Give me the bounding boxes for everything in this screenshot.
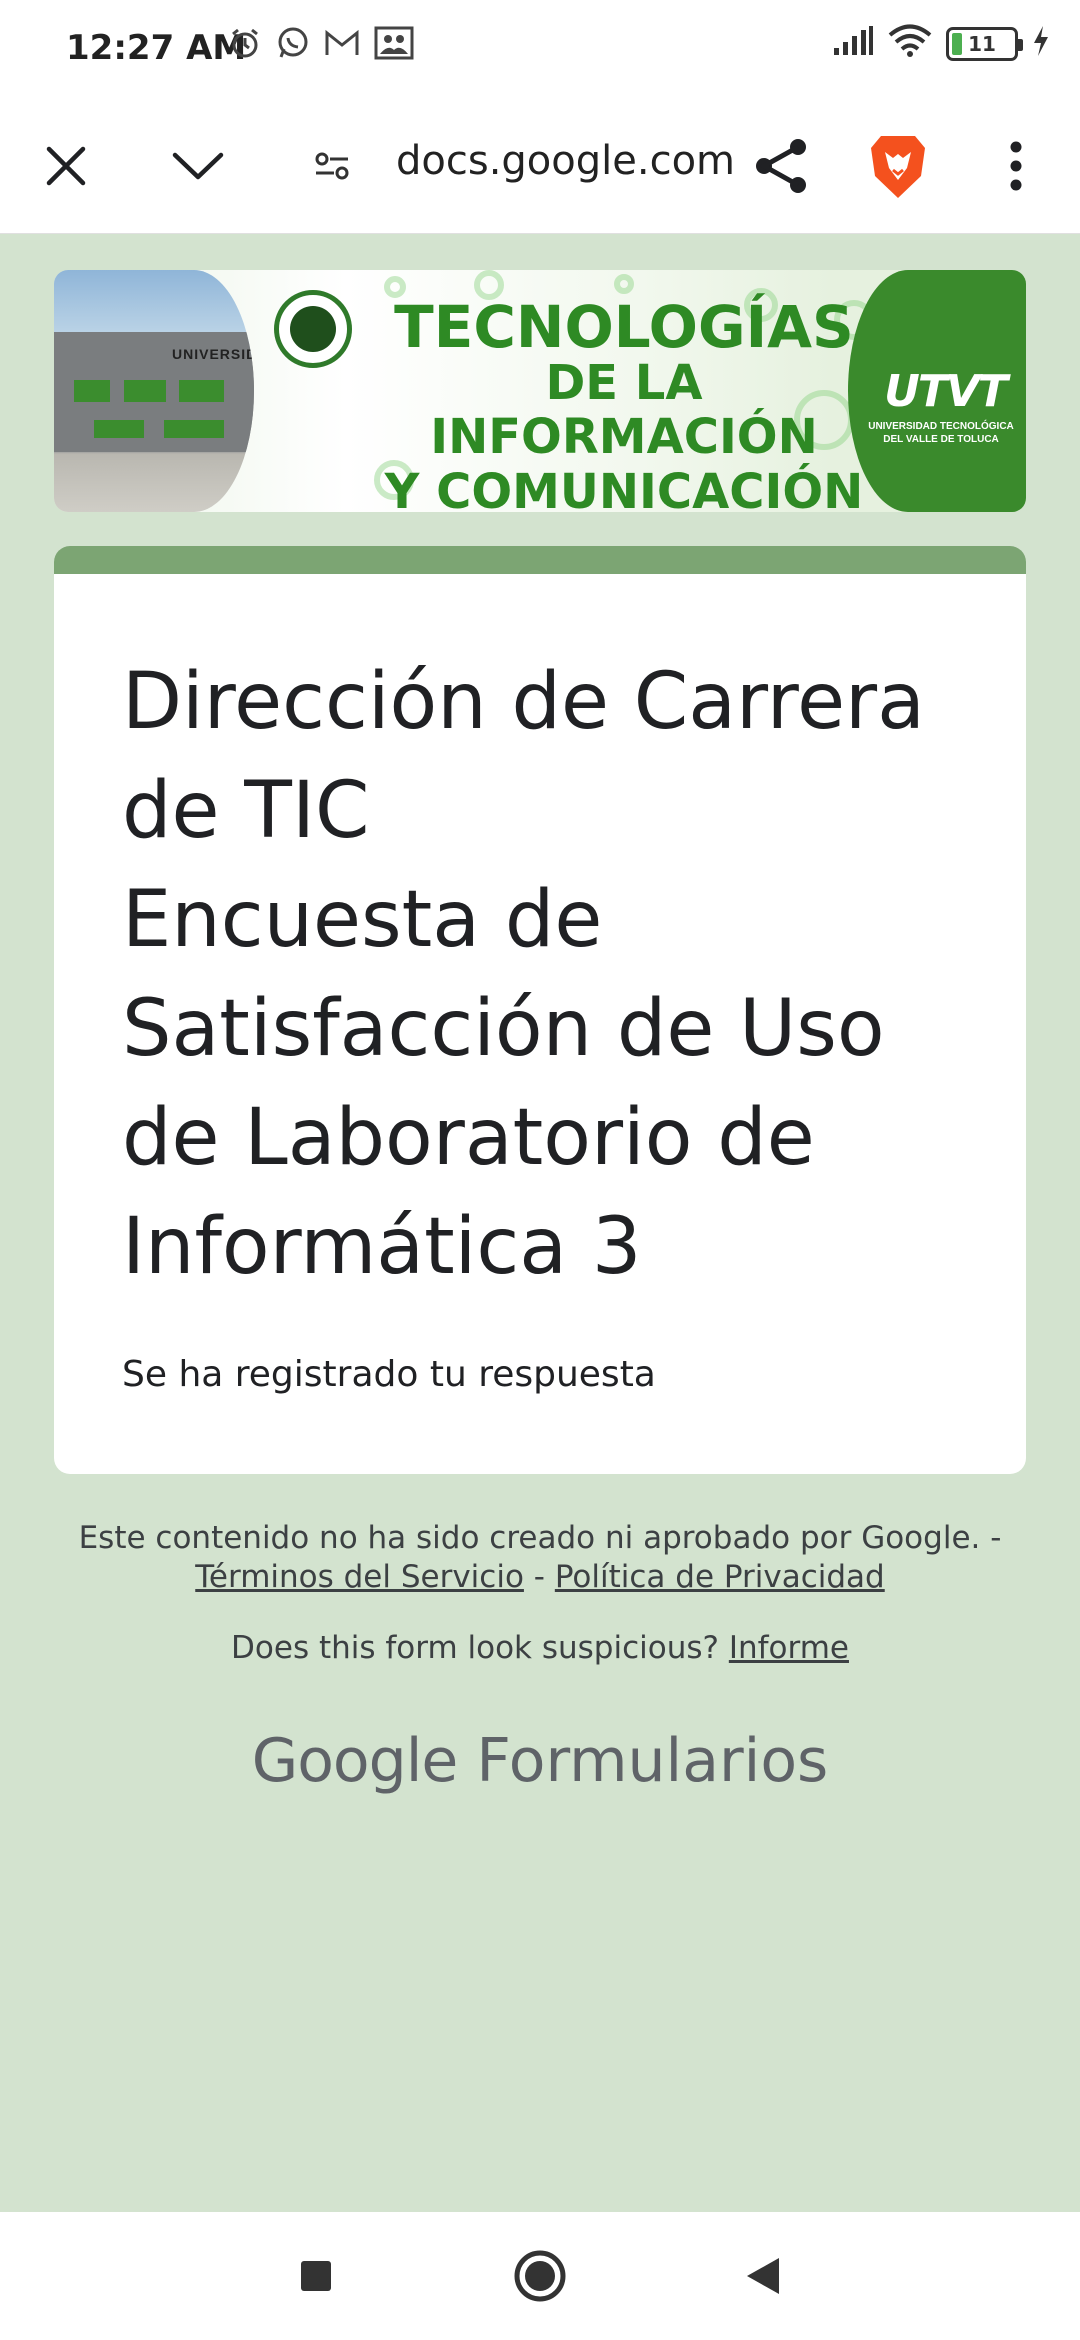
form-card: Dirección de Carrera de TIC Encuesta de … bbox=[54, 546, 1026, 1474]
back-button[interactable] bbox=[734, 2248, 790, 2304]
minimize-tab-button[interactable] bbox=[162, 130, 234, 202]
banner-title-line1: TECNOLOGÍAS bbox=[394, 293, 854, 361]
legal-links: Términos del Servicio - Política de Priv… bbox=[0, 1559, 1080, 1595]
share-icon bbox=[756, 139, 806, 193]
disclaimer-text: Este contenido no ha sido creado ni apro… bbox=[78, 1520, 1002, 1556]
suspicious-report-line: Does this form look suspicious? Informe bbox=[0, 1630, 1080, 1666]
site-settings-icon bbox=[315, 152, 349, 180]
more-vert-icon bbox=[1010, 141, 1022, 191]
card-accent-bar bbox=[54, 546, 1026, 574]
recents-square-icon bbox=[301, 2261, 331, 2291]
chevron-down-icon bbox=[172, 152, 224, 180]
status-system-icons: 11 bbox=[832, 24, 1050, 63]
charging-icon bbox=[1032, 25, 1050, 62]
more-options-button[interactable] bbox=[980, 130, 1052, 202]
status-bar: 12:27 AM 11 bbox=[0, 0, 1080, 100]
home-button[interactable] bbox=[512, 2248, 568, 2304]
suspicious-text: Does this form look suspicious? bbox=[231, 1630, 719, 1666]
form-title: Dirección de Carrera de TIC Encuesta de … bbox=[122, 657, 925, 1292]
form-header-banner: UNIVERSIDAD TECNOLOGÍAS DE LA INFORMACIÓ… bbox=[54, 270, 1026, 512]
building-sign: UNIVERSIDAD bbox=[172, 346, 254, 362]
signal-icon bbox=[832, 26, 874, 61]
report-link[interactable]: Informe bbox=[729, 1630, 849, 1666]
system-navigation-bar bbox=[0, 2212, 1080, 2340]
close-icon bbox=[46, 146, 86, 186]
utvt-logo-panel: UTVT UNIVERSIDAD TECNOLÓGICA DEL VALLE D… bbox=[848, 270, 1026, 512]
university-building-image: UNIVERSIDAD bbox=[54, 270, 254, 512]
gallery-icon bbox=[374, 26, 414, 65]
battery-level: 11 bbox=[968, 31, 996, 56]
site-settings-button[interactable] bbox=[296, 130, 368, 202]
gmail-icon bbox=[324, 28, 360, 63]
status-time: 12:27 AM bbox=[66, 28, 247, 68]
wifi-icon bbox=[888, 24, 932, 63]
share-button[interactable] bbox=[746, 130, 818, 202]
recents-button[interactable] bbox=[288, 2248, 344, 2304]
back-triangle-icon bbox=[747, 2258, 779, 2294]
status-notification-icons bbox=[228, 26, 414, 65]
confirmation-message: Se ha registrado tu respuesta bbox=[122, 1354, 656, 1395]
alarm-icon bbox=[228, 26, 262, 65]
terms-link[interactable]: Términos del Servicio bbox=[195, 1559, 524, 1595]
battery-icon: 11 bbox=[946, 26, 1023, 61]
url-field[interactable]: docs.google.com bbox=[396, 138, 735, 184]
utvt-logo: UTVT bbox=[884, 366, 1008, 417]
brave-rewards-button[interactable] bbox=[862, 130, 934, 202]
forms-wordmark: Formularios bbox=[476, 1726, 829, 1796]
browser-toolbar: docs.google.com bbox=[0, 100, 1080, 234]
banner-title-line3: Y COMUNICACIÓN bbox=[384, 464, 864, 512]
banner-title-line2: DE LA INFORMACIÓN bbox=[430, 355, 818, 465]
privacy-link[interactable]: Política de Privacidad bbox=[555, 1559, 885, 1595]
brave-lion-icon bbox=[871, 136, 925, 198]
close-button[interactable] bbox=[30, 130, 102, 202]
utvt-subtitle: UNIVERSIDAD TECNOLÓGICA DEL VALLE DE TOL… bbox=[868, 421, 1014, 445]
google-forms-logo[interactable]: Google Formularios bbox=[0, 1726, 1080, 1796]
banner-title: TECNOLOGÍAS DE LA INFORMACIÓN Y COMUNICA… bbox=[354, 298, 894, 512]
google-wordmark: Google bbox=[251, 1726, 459, 1796]
home-circle-icon bbox=[514, 2250, 566, 2302]
legal-separator: - bbox=[533, 1559, 545, 1595]
whatsapp-icon bbox=[276, 26, 310, 65]
tic-emblem-icon bbox=[274, 290, 352, 368]
